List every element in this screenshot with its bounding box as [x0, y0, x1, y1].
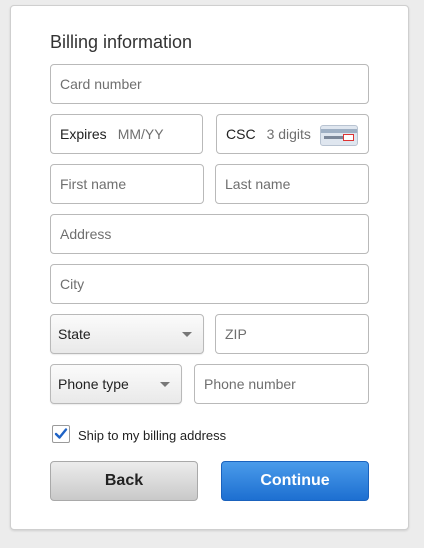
- chevron-down-icon: [160, 382, 170, 387]
- back-button[interactable]: Back: [50, 461, 198, 501]
- phone-type-select[interactable]: Phone type: [50, 364, 182, 404]
- csc-placeholder: 3 digits: [266, 126, 311, 142]
- phone-number-field[interactable]: Phone number: [194, 364, 369, 404]
- csc-field[interactable]: CSC 3 digits: [216, 114, 369, 154]
- ship-to-billing-label: Ship to my billing address: [78, 428, 227, 443]
- state-select[interactable]: State: [50, 314, 204, 354]
- phone-number-placeholder: Phone number: [204, 376, 296, 392]
- expires-label: Expires: [60, 126, 107, 142]
- zip-field[interactable]: ZIP: [215, 314, 369, 354]
- city-field[interactable]: City: [50, 264, 369, 304]
- zip-placeholder: ZIP: [225, 326, 247, 342]
- chevron-down-icon: [182, 332, 192, 337]
- continue-button[interactable]: Continue: [221, 461, 369, 501]
- city-placeholder: City: [60, 276, 85, 292]
- csc-label: CSC: [226, 126, 256, 142]
- first-name-placeholder: First name: [60, 176, 127, 192]
- card-back-icon: [320, 125, 358, 146]
- form-title: Billing information: [50, 32, 193, 52]
- last-name-field[interactable]: Last name: [215, 164, 369, 204]
- expires-field[interactable]: Expires MM/YY: [50, 114, 203, 154]
- card-number-field[interactable]: Card number: [50, 64, 369, 104]
- expires-placeholder: MM/YY: [117, 126, 164, 142]
- address-field[interactable]: Address: [50, 214, 369, 254]
- first-name-field[interactable]: First name: [50, 164, 204, 204]
- checkmark-icon: [54, 428, 68, 439]
- ship-to-billing-checkbox[interactable]: [52, 425, 70, 443]
- card-number-placeholder: Card number: [60, 76, 142, 92]
- phone-type-selected-value: Phone type: [58, 376, 129, 392]
- state-selected-value: State: [58, 326, 91, 342]
- last-name-placeholder: Last name: [225, 176, 291, 192]
- address-placeholder: Address: [60, 226, 112, 242]
